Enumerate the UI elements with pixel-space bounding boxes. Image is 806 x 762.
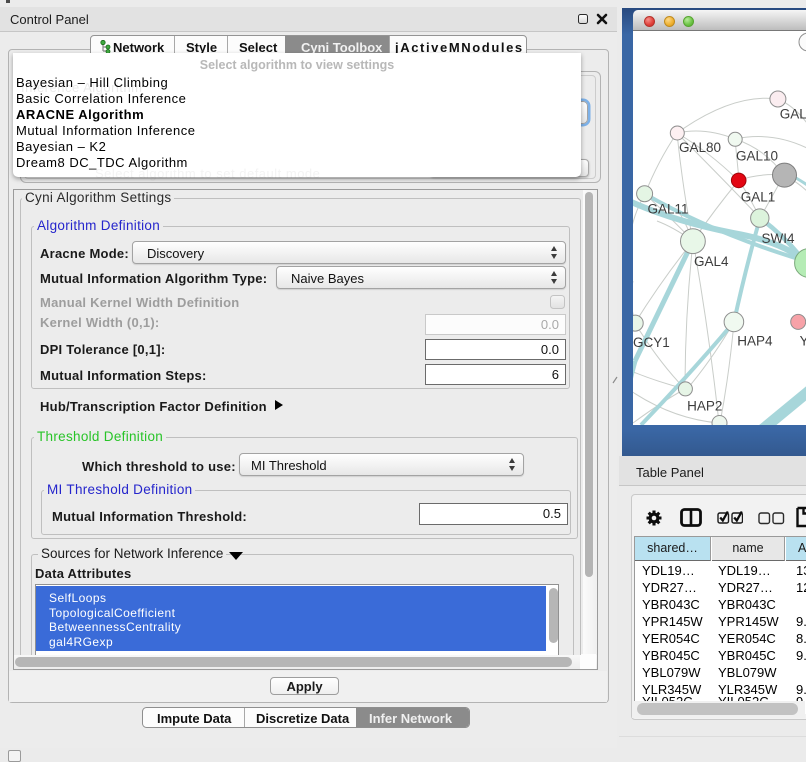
svg-text:GAL4: GAL4	[694, 254, 729, 269]
svg-text:GCY1: GCY1	[633, 335, 670, 350]
svg-text:GAL2: GAL2	[780, 107, 806, 122]
svg-text:YM: YM	[800, 334, 806, 349]
svg-text:GAL80: GAL80	[679, 140, 721, 155]
svg-text:GAL11: GAL11	[648, 202, 689, 217]
svg-text:SWI4: SWI4	[762, 231, 795, 246]
svg-text:HAP4: HAP4	[737, 334, 773, 349]
svg-text:GAL1: GAL1	[741, 190, 776, 205]
svg-text:HAP2: HAP2	[687, 399, 722, 414]
svg-text:GAL10: GAL10	[736, 149, 778, 164]
